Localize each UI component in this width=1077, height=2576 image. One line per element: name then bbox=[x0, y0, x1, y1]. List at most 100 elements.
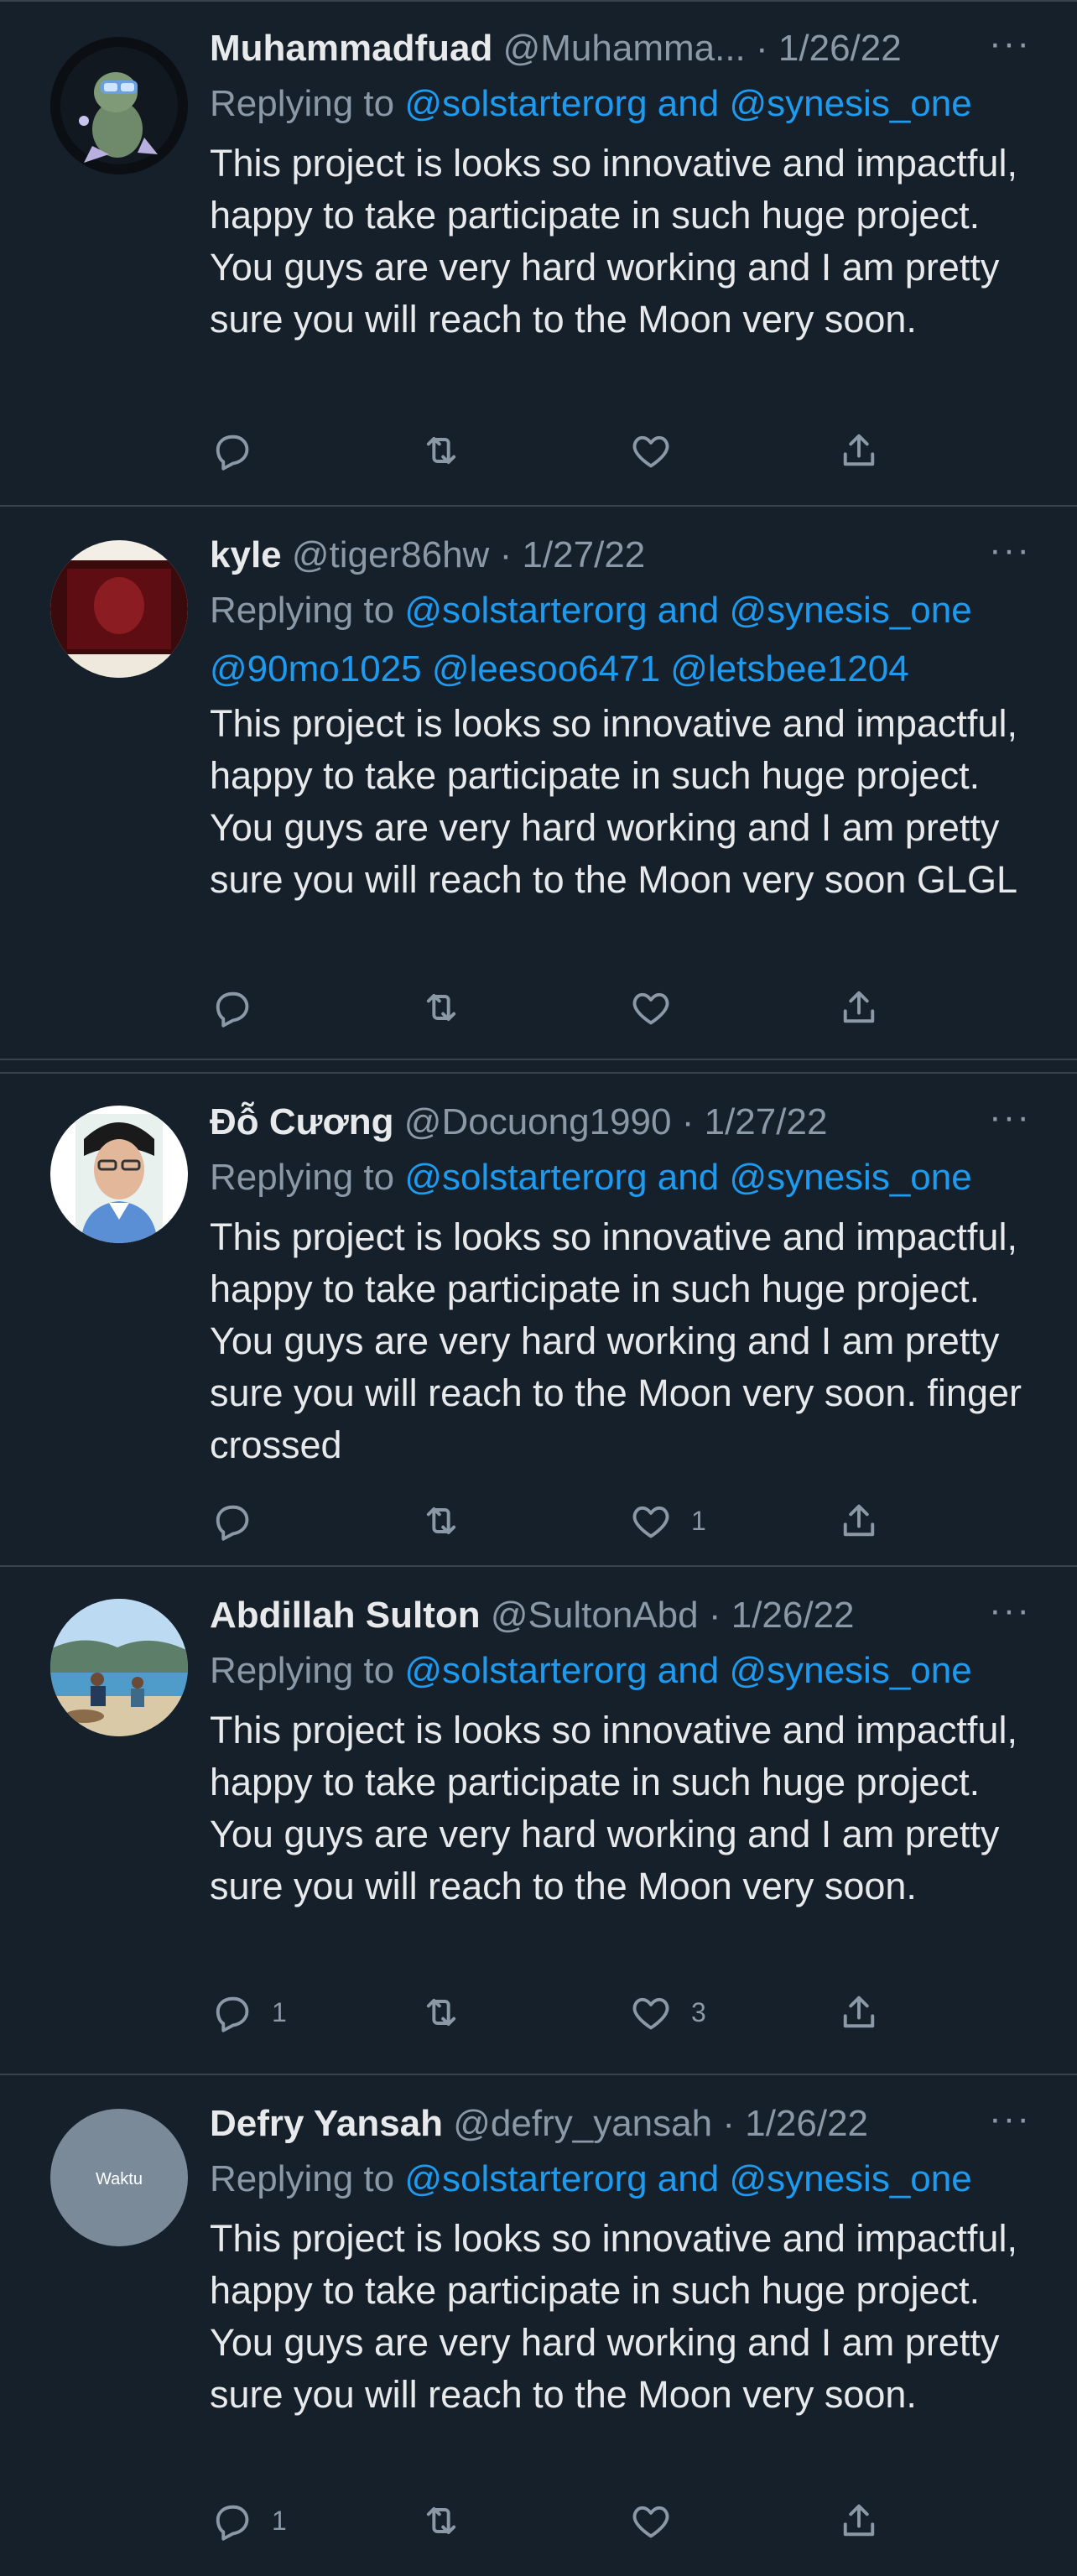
tweet-actions: 1 bbox=[210, 2491, 906, 2550]
avatar[interactable] bbox=[50, 1599, 188, 1736]
heart-icon bbox=[632, 435, 669, 468]
replying-to: Replying to @solstarterorg and @synesis_… bbox=[210, 1147, 1040, 1211]
more-options-icon[interactable]: ··· bbox=[980, 23, 1040, 74]
tweet[interactable]: Waktu Defry Yansah @defry_yansah · 1/26/… bbox=[0, 2075, 1077, 2576]
avatar[interactable] bbox=[50, 37, 188, 174]
replying-to: Replying to @solstarterorg and @synesis_… bbox=[210, 580, 1040, 644]
tweet[interactable]: Abdillah Sulton @SultonAbd · 1/26/22 ···… bbox=[0, 1567, 1077, 2075]
reply-button[interactable] bbox=[210, 978, 272, 1037]
replying-to: Replying to @solstarterorg and @synesis_… bbox=[210, 2149, 1040, 2213]
user-handle[interactable]: @SultonAbd bbox=[491, 1595, 699, 1636]
replying-to-mentions[interactable]: @solstarterorg and @synesis_one bbox=[404, 590, 971, 631]
avatar-text: Waktu bbox=[96, 2170, 143, 2188]
separator-dot: · bbox=[681, 1101, 695, 1142]
separator-dot: · bbox=[708, 1595, 721, 1636]
like-button[interactable]: 3 bbox=[629, 1983, 706, 2042]
replying-to-label: Replying to bbox=[210, 2158, 395, 2199]
like-button[interactable] bbox=[629, 2491, 691, 2550]
tweet-header: kyle @tiger86hw · 1/27/22 ··· bbox=[210, 530, 1040, 580]
extra-mentions[interactable]: @90mo1025 @leesoo6471 @letsbee1204 bbox=[210, 644, 1040, 698]
tweet-date[interactable]: 1/27/22 bbox=[705, 1101, 828, 1142]
share-button[interactable] bbox=[837, 421, 881, 480]
heart-icon bbox=[632, 1997, 669, 2030]
share-icon bbox=[843, 991, 875, 1023]
tweet-actions bbox=[210, 421, 906, 480]
avatar[interactable]: Waktu bbox=[50, 2109, 188, 2246]
portrait-photo-avatar-icon bbox=[50, 1106, 188, 1243]
tweet[interactable]: Muhammadfuad @Muhamma... · 1/26/22 ··· R… bbox=[0, 0, 1077, 507]
reply-icon bbox=[216, 1996, 249, 2032]
avatar[interactable] bbox=[50, 540, 188, 678]
separator-dot: · bbox=[756, 28, 768, 69]
reply-icon bbox=[216, 2505, 249, 2541]
tweet-text: This project is looks so innovative and … bbox=[210, 142, 1017, 341]
more-options-icon[interactable]: ··· bbox=[980, 2099, 1040, 2149]
cartoon-character-avatar-icon bbox=[50, 37, 188, 174]
replying-to-mentions[interactable]: @solstarterorg and @synesis_one bbox=[404, 1650, 971, 1691]
like-button[interactable] bbox=[629, 421, 691, 480]
tweet-actions bbox=[210, 978, 906, 1037]
share-button[interactable] bbox=[837, 1491, 881, 1550]
share-button[interactable] bbox=[837, 1983, 881, 2042]
replying-to-mentions[interactable]: @solstarterorg and @synesis_one bbox=[404, 83, 971, 124]
display-name[interactable]: Muhammadfuad bbox=[210, 28, 492, 69]
user-handle[interactable]: @tiger86hw bbox=[292, 534, 489, 575]
retweet-icon bbox=[426, 1507, 456, 1535]
tweet-text: This project is looks so innovative and … bbox=[210, 1709, 1017, 1907]
tweet-date[interactable]: 1/27/22 bbox=[522, 534, 645, 575]
display-name[interactable]: Đỗ Cương bbox=[210, 1101, 394, 1142]
retweet-button[interactable] bbox=[419, 421, 481, 480]
retweet-icon bbox=[426, 436, 456, 465]
retweet-button[interactable] bbox=[419, 2491, 481, 2550]
tweet-text: This project is looks so innovative and … bbox=[210, 2217, 1017, 2416]
reply-button[interactable] bbox=[210, 1491, 272, 1550]
tweet-date[interactable]: 1/26/22 bbox=[745, 2103, 868, 2144]
user-handle[interactable]: @Docuong1990 bbox=[404, 1101, 672, 1142]
reply-button[interactable]: 1 bbox=[210, 1983, 287, 2042]
tweet-date[interactable]: 1/26/22 bbox=[778, 28, 902, 69]
replying-to-label: Replying to bbox=[210, 590, 395, 631]
replying-to: Replying to @solstarterorg and @synesis_… bbox=[210, 1641, 1040, 1704]
more-options-icon[interactable]: ··· bbox=[980, 530, 1040, 580]
share-button[interactable] bbox=[837, 2491, 881, 2550]
tweet-date[interactable]: 1/26/22 bbox=[731, 1595, 855, 1636]
reply-count: 1 bbox=[272, 2506, 287, 2536]
retweet-icon bbox=[426, 1998, 456, 2027]
red-photo-avatar-icon bbox=[50, 540, 188, 678]
replying-to: Replying to @solstarterorg and @synesis_… bbox=[210, 74, 1040, 138]
like-button[interactable]: 1 bbox=[629, 1491, 706, 1550]
tweet-text: This project is looks so innovative and … bbox=[210, 702, 1017, 901]
retweet-icon bbox=[426, 2506, 456, 2535]
display-name[interactable]: Defry Yansah bbox=[210, 2103, 443, 2144]
reply-button[interactable]: 1 bbox=[210, 2491, 287, 2550]
reply-count: 1 bbox=[272, 1997, 287, 2027]
user-handle[interactable]: @Muhamma... bbox=[503, 28, 746, 69]
replying-to-mentions[interactable]: @solstarterorg and @synesis_one bbox=[404, 1157, 971, 1198]
tweet-header: Defry Yansah @defry_yansah · 1/26/22 ··· bbox=[210, 2099, 1040, 2149]
heart-icon bbox=[632, 2506, 669, 2538]
retweet-button[interactable] bbox=[419, 978, 481, 1037]
replying-to-mentions[interactable]: @solstarterorg and @synesis_one bbox=[404, 2158, 971, 2199]
display-name[interactable]: kyle bbox=[210, 534, 282, 575]
avatar[interactable] bbox=[50, 1106, 188, 1243]
like-button[interactable] bbox=[629, 978, 691, 1037]
more-options-icon[interactable]: ··· bbox=[980, 1590, 1040, 1641]
reply-button[interactable] bbox=[210, 421, 272, 480]
share-icon bbox=[843, 1996, 875, 2028]
user-handle[interactable]: @defry_yansah bbox=[453, 2103, 712, 2144]
display-name[interactable]: Abdillah Sulton bbox=[210, 1595, 481, 1636]
tweet-text: This project is looks so innovative and … bbox=[210, 1215, 1022, 1466]
retweet-button[interactable] bbox=[419, 1983, 481, 2042]
more-options-icon[interactable]: ··· bbox=[980, 1097, 1040, 1147]
like-count: 3 bbox=[691, 1997, 706, 2027]
retweet-icon bbox=[426, 993, 456, 1022]
tweet[interactable]: kyle @tiger86hw · 1/27/22 ··· Replying t… bbox=[0, 507, 1077, 1060]
retweet-button[interactable] bbox=[419, 1491, 481, 1550]
tweet[interactable]: Đỗ Cương @Docuong1990 · 1/27/22 ··· Repl… bbox=[0, 1074, 1077, 1567]
reply-icon bbox=[216, 1505, 249, 1541]
replying-to-label: Replying to bbox=[210, 1650, 395, 1691]
share-icon bbox=[843, 2504, 875, 2537]
beach-photo-avatar-icon bbox=[50, 1599, 188, 1736]
tweet-header: Đỗ Cương @Docuong1990 · 1/27/22 ··· bbox=[210, 1097, 1040, 1147]
share-button[interactable] bbox=[837, 978, 881, 1037]
